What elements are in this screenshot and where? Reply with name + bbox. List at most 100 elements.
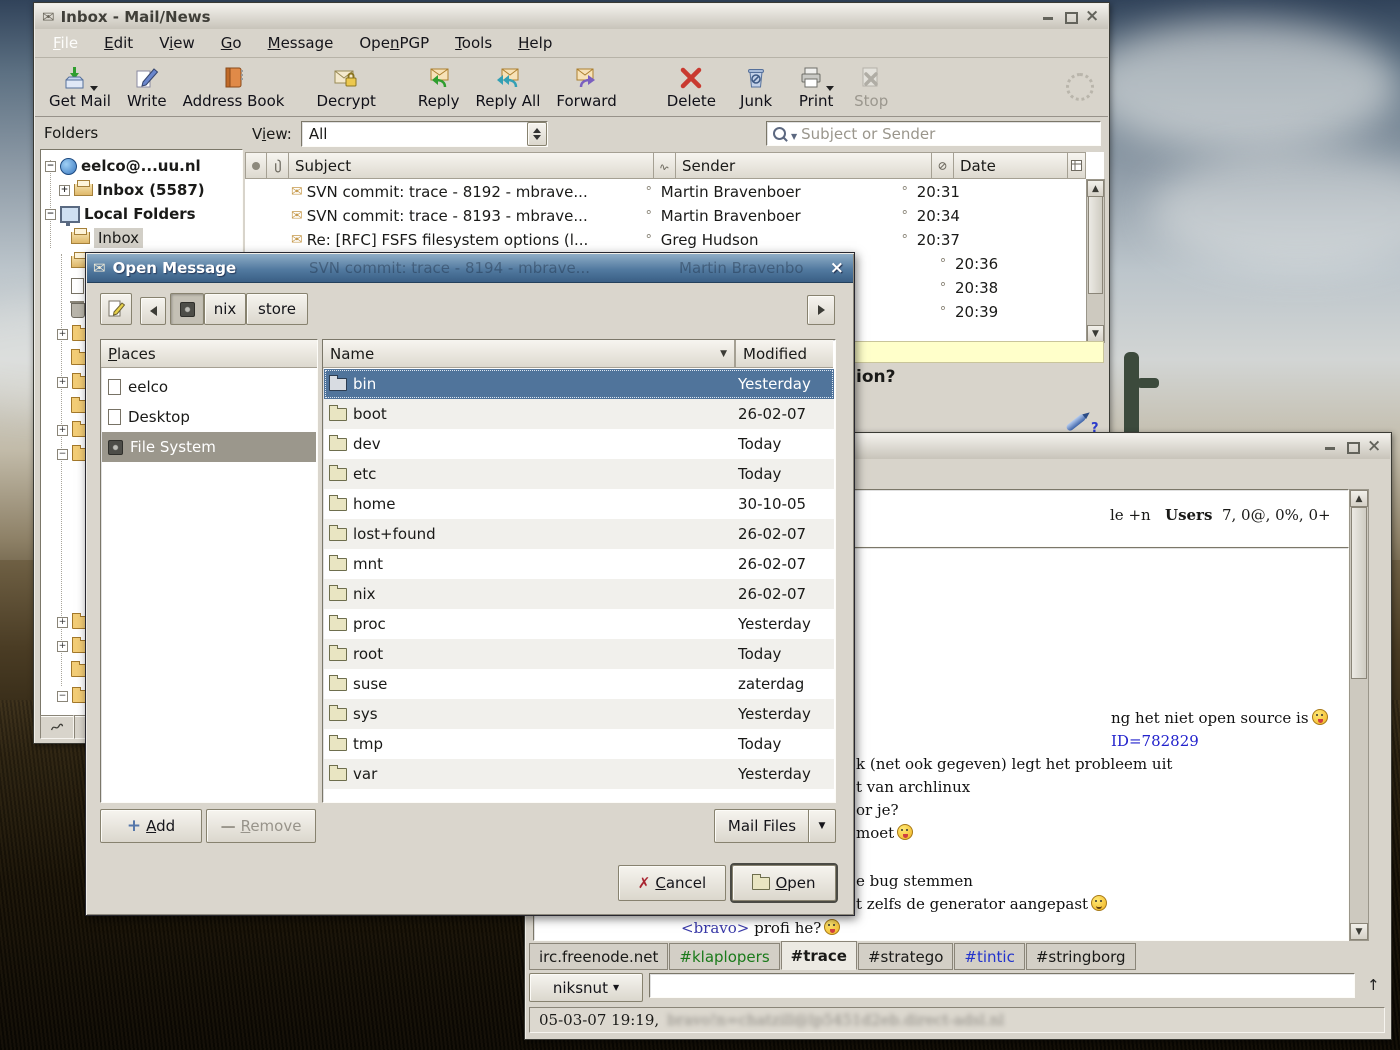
path-forward-button[interactable] <box>807 295 835 325</box>
search-options-arrow[interactable]: ▼ <box>791 132 797 141</box>
menu-go[interactable]: Go <box>221 34 242 52</box>
view-select-stepper[interactable] <box>527 122 547 146</box>
irc-scrollbar[interactable]: ▲ ▼ <box>1349 489 1369 941</box>
search-box[interactable]: ▼ Subject or Sender <box>766 121 1101 146</box>
get-mail-button[interactable]: Get Mail <box>41 63 119 112</box>
minimize-button[interactable] <box>1041 10 1056 23</box>
menu-view[interactable]: View <box>159 34 195 52</box>
column-picker[interactable] <box>1068 152 1086 179</box>
expand-expander[interactable]: + <box>57 425 68 436</box>
expand-expander[interactable]: + <box>59 185 70 196</box>
delete-button[interactable]: Delete <box>659 63 724 112</box>
tree-inbox-local[interactable]: Inbox <box>41 226 243 250</box>
cancel-button[interactable]: ✗ Cancel <box>618 865 726 901</box>
tab-stratego[interactable]: #stratego <box>858 943 953 970</box>
scroll-thumb[interactable] <box>1351 507 1367 679</box>
add-button[interactable]: + Add <box>100 809 202 843</box>
scroll-up-arrow[interactable]: ▲ <box>1350 490 1368 507</box>
get-mail-dropdown-arrow[interactable] <box>90 86 98 91</box>
message-row[interactable]: ✉ SVN commit: trace - 8193 - mbrave... °… <box>245 204 1085 228</box>
open-button[interactable]: Open <box>732 865 836 901</box>
file-row-home[interactable]: home30-10-05 <box>324 489 834 519</box>
statusbar-grippy[interactable] <box>40 715 74 739</box>
place-eelco[interactable]: eelco <box>102 372 316 402</box>
tree-inbox-remote[interactable]: +Inbox (5587) <box>41 178 243 202</box>
tree-local-folders[interactable]: −Local Folders <box>41 202 243 226</box>
dialog-close-button[interactable]: × <box>830 258 844 278</box>
file-row-mnt[interactable]: mnt26-02-07 <box>324 549 834 579</box>
expand-expander[interactable]: + <box>57 377 68 388</box>
breadcrumb-root[interactable] <box>170 293 204 325</box>
send-up-icon[interactable]: ↑ <box>1367 976 1380 994</box>
tab-trace[interactable]: #trace <box>781 941 857 970</box>
read-column-header[interactable] <box>245 152 267 179</box>
file-row-dev[interactable]: devToday <box>324 429 834 459</box>
menu-file[interactable]: File <box>53 34 78 52</box>
file-type-filter-arrow[interactable]: ▼ <box>808 809 836 843</box>
decrypt-button[interactable]: Decrypt <box>308 63 383 112</box>
tab-klaplopers[interactable]: #klaplopers <box>669 943 779 970</box>
print-button[interactable]: Print <box>790 63 842 112</box>
message-list-scrollbar[interactable]: ▲ ▼ <box>1086 179 1105 343</box>
thread-column-header[interactable] <box>654 152 676 179</box>
maximize-button[interactable] <box>1063 10 1078 23</box>
tree-account-eelco[interactable]: −eelco@...uu.nl <box>41 154 243 178</box>
mail-titlebar[interactable]: ✉ Inbox - Mail/News × <box>35 4 1108 30</box>
menu-message[interactable]: Message <box>268 34 334 52</box>
breadcrumb-nix[interactable]: nix <box>204 293 246 325</box>
nick-button[interactable]: niksnut▼ <box>529 973 643 1002</box>
file-row-bin[interactable]: binYesterday <box>324 369 834 399</box>
menu-help[interactable]: Help <box>518 34 552 52</box>
file-row-sys[interactable]: sysYesterday <box>324 699 834 729</box>
remove-button[interactable]: — Remove <box>206 809 316 843</box>
view-select[interactable]: All <box>301 121 548 147</box>
attachment-column-header[interactable] <box>267 152 289 179</box>
breadcrumb-store[interactable]: store <box>246 293 308 325</box>
write-button[interactable]: Write <box>119 63 175 112</box>
sender-column-header[interactable]: Sender <box>676 152 932 179</box>
scroll-up-arrow[interactable]: ▲ <box>1087 180 1104 197</box>
message-row[interactable]: ✉ SVN commit: trace - 8192 - mbrave... °… <box>245 180 1085 204</box>
expand-expander[interactable]: + <box>57 329 68 340</box>
menu-openpgp[interactable]: OpenPGP <box>359 34 429 52</box>
modified-column-header[interactable]: Modified <box>735 340 833 368</box>
junk-column-header[interactable] <box>932 152 954 179</box>
place-file-system[interactable]: File System <box>102 432 316 462</box>
collapse-expander[interactable]: − <box>45 209 56 220</box>
dialog-titlebar[interactable]: ✉ Open Message SVN commit: trace - 8194 … <box>87 254 853 283</box>
tab-tintic[interactable]: #tintic <box>954 943 1024 970</box>
file-row-suse[interactable]: susezaterdag <box>324 669 834 699</box>
chat-input[interactable] <box>649 973 1355 998</box>
message-row[interactable]: ✉ Re: [RFC] FSFS filesystem options (l..… <box>245 228 1085 252</box>
menu-edit[interactable]: Edit <box>104 34 133 52</box>
date-column-header[interactable]: Date <box>954 152 1068 179</box>
forward-button[interactable]: Forward <box>548 63 624 112</box>
file-row-lost-found[interactable]: lost+found26-02-07 <box>324 519 834 549</box>
scroll-down-arrow[interactable]: ▼ <box>1350 923 1368 940</box>
file-row-boot[interactable]: boot26-02-07 <box>324 399 834 429</box>
scroll-thumb[interactable] <box>1088 196 1103 294</box>
maximize-button[interactable] <box>1345 440 1360 453</box>
junk-button[interactable]: Junk <box>732 63 780 112</box>
tab-server[interactable]: irc.freenode.net <box>529 943 668 970</box>
print-dropdown-arrow[interactable] <box>826 86 834 91</box>
address-book-button[interactable]: Address Book <box>175 63 293 112</box>
chat-line-link[interactable]: ID=782829 <box>1111 732 1199 750</box>
collapse-expander[interactable]: − <box>45 161 56 172</box>
expand-expander[interactable]: + <box>57 641 68 652</box>
file-row-var[interactable]: varYesterday <box>324 759 834 789</box>
close-button[interactable]: × <box>1085 10 1100 23</box>
menu-tools[interactable]: Tools <box>455 34 492 52</box>
reply-button[interactable]: Reply <box>410 63 468 112</box>
file-type-filter[interactable]: Mail Files <box>714 809 809 843</box>
subject-column-header[interactable]: Subject <box>289 152 654 179</box>
scroll-down-arrow[interactable]: ▼ <box>1087 325 1104 342</box>
minimize-button[interactable] <box>1323 440 1338 453</box>
type-filename-button[interactable] <box>100 293 132 325</box>
tab-stringborg[interactable]: #stringborg <box>1026 943 1136 970</box>
file-row-tmp[interactable]: tmpToday <box>324 729 834 759</box>
file-row-etc[interactable]: etcToday <box>324 459 834 489</box>
place-desktop[interactable]: Desktop <box>102 402 316 432</box>
file-row-nix[interactable]: nix26-02-07 <box>324 579 834 609</box>
name-column-header[interactable]: Name ▼ <box>323 340 735 368</box>
